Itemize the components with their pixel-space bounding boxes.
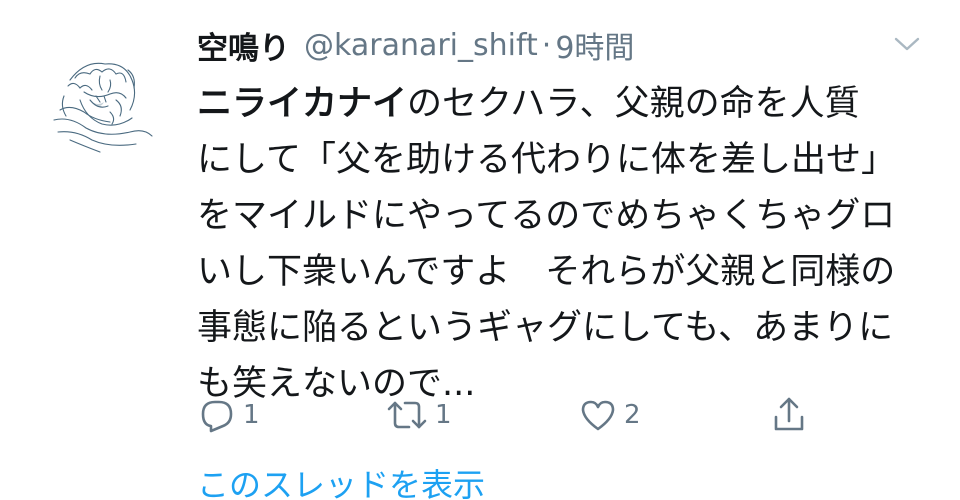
tweet-text-line-1-rest: のセクハラ、父親の命を人質 <box>407 84 860 124</box>
share-icon <box>774 397 804 431</box>
avatar-sketch-icon <box>53 62 153 153</box>
tweet[interactable]: 空鳴り @karanari_shift · 9時間 ニライカナイのセクハラ、父親… <box>0 0 960 500</box>
avatar[interactable] <box>40 40 164 164</box>
separator-dot: · <box>541 27 552 63</box>
tweet-text-line-5: 事態に陥るというギャグにしても、あまりに <box>197 308 894 348</box>
retweet-button[interactable]: 1 <box>385 393 452 437</box>
like-button[interactable]: 2 <box>578 393 641 437</box>
like-count: 2 <box>624 400 641 430</box>
more-options-button[interactable] <box>893 34 921 54</box>
display-name[interactable]: 空鳴り <box>197 23 290 68</box>
timestamp[interactable]: 9時間 <box>555 23 634 67</box>
tweet-text-line-3: をマイルドにやってるのでめちゃくちゃグロ <box>197 196 896 236</box>
action-bar: 1 1 2 <box>197 393 837 437</box>
share-button[interactable] <box>769 393 809 437</box>
reply-count: 1 <box>243 400 260 430</box>
tweet-header: 空鳴り @karanari_shift · 9時間 <box>197 20 634 70</box>
reply-button[interactable]: 1 <box>197 393 260 437</box>
reply-icon <box>201 400 233 433</box>
tweet-text-line-1: ニライカナイのセクハラ、父親の命を人質 <box>197 76 917 132</box>
tweet-text-line-2: にして「父を助ける代わりに体を差し出せ」 <box>197 140 896 180</box>
retweet-icon <box>387 401 427 429</box>
tweet-text-line-4: いし下衆いんですよ それらが父親と同様の <box>197 252 896 292</box>
show-thread-link[interactable]: このスレッドを表示 <box>197 460 485 500</box>
tweet-text: ニライカナイのセクハラ、父親の命を人質 にして「父を助ける代わりに体を差し出せ」… <box>197 76 917 412</box>
user-handle[interactable]: @karanari_shift <box>304 28 538 63</box>
retweet-count: 1 <box>435 400 452 430</box>
bold-link-text[interactable]: ニライカナイ <box>197 84 407 124</box>
heart-icon <box>581 400 615 431</box>
chevron-down-icon <box>894 37 920 51</box>
